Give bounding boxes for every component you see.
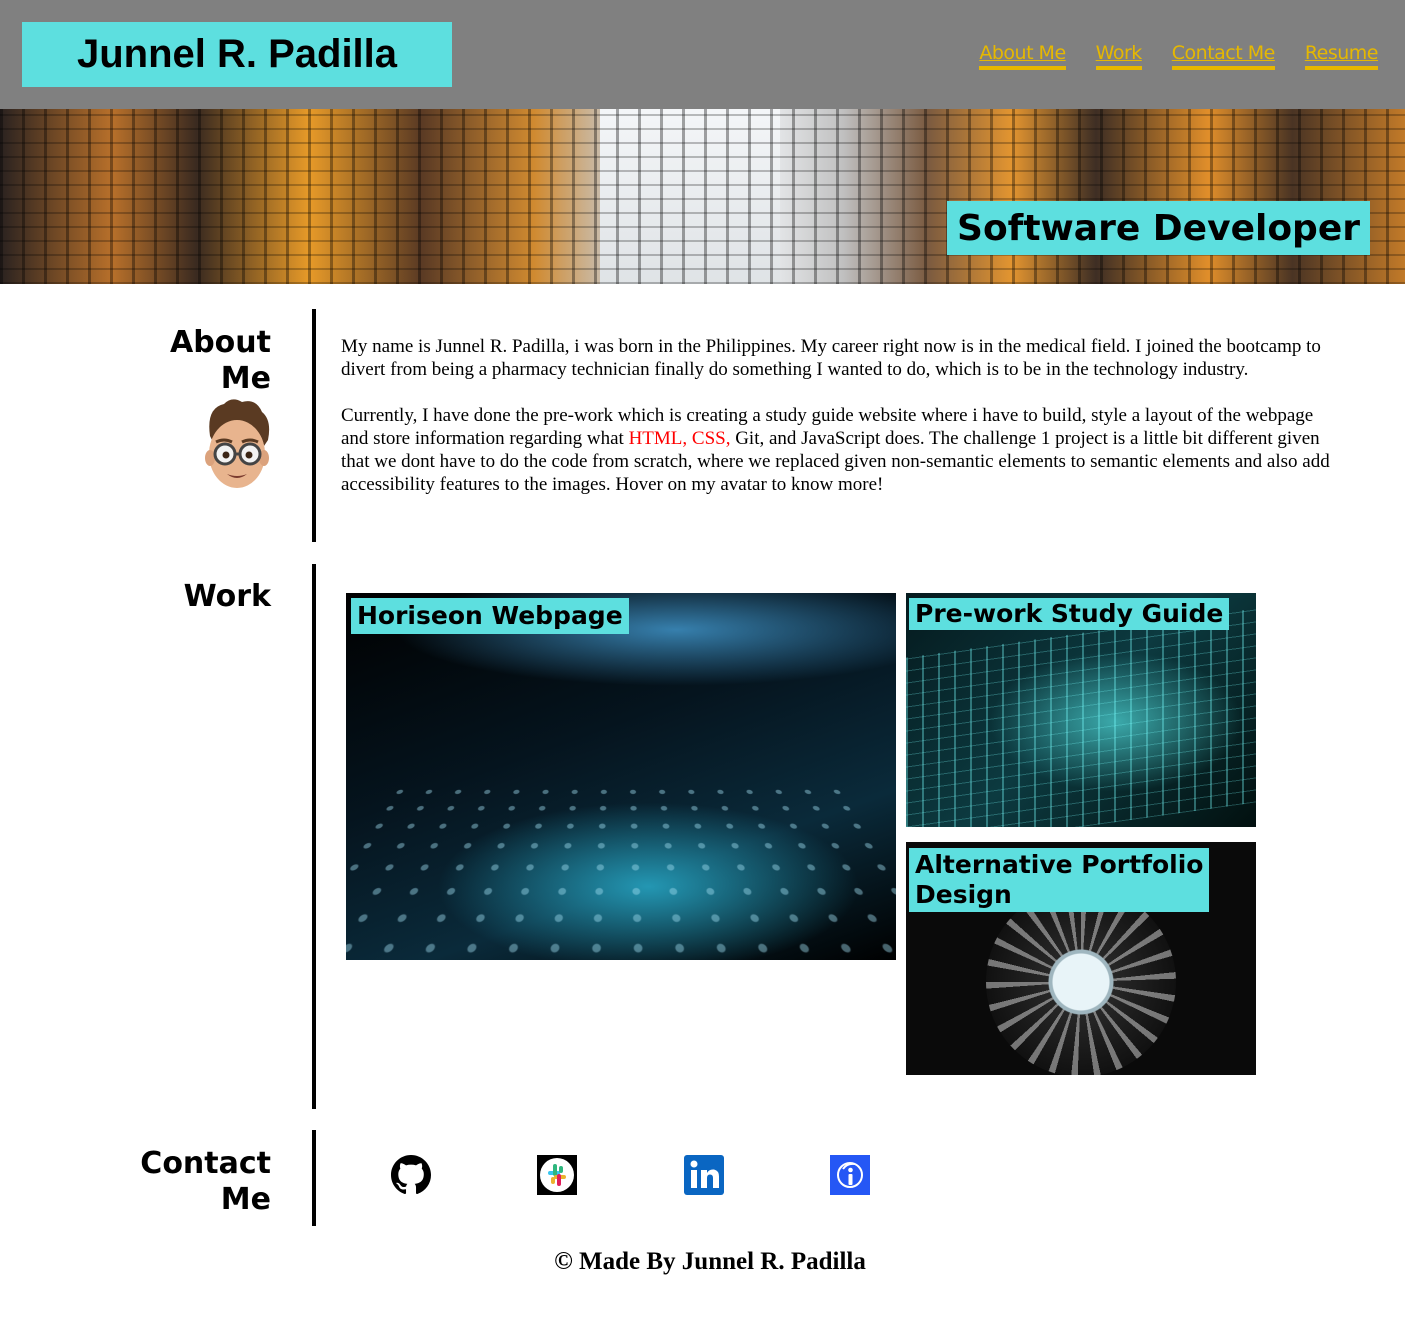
work-divider (312, 564, 316, 1109)
indeed-icon[interactable] (830, 1155, 870, 1195)
about-paragraph-1: My name is Junnel R. Padilla, i was born… (341, 336, 1321, 380)
about-divider (312, 309, 316, 542)
work-card-title-line1: Alternative Portfolio (915, 850, 1204, 879)
tunnel-image (986, 887, 1176, 1075)
contact-section-label: Contact Me (140, 1146, 271, 1218)
avatar[interactable] (202, 396, 272, 496)
avatar-memoji-icon (205, 399, 270, 488)
hero-title: Software Developer (947, 201, 1370, 255)
main-nav: About Me Work Contact Me Resume (979, 40, 1379, 70)
work-card-title: Horiseon Webpage (351, 598, 629, 634)
work-card-title: Alternative Portfolio Design (909, 848, 1210, 912)
hero-banner: Software Developer (0, 109, 1405, 284)
linkedin-icon[interactable] (684, 1155, 724, 1195)
site-header: Junnel R. Padilla About Me Work Contact … (0, 0, 1405, 109)
about-text: My name is Junnel R. Padilla, i was born… (341, 335, 1331, 496)
about-highlight-html-css: HTML, CSS, (628, 428, 731, 449)
nav-link-about-me[interactable]: About Me (979, 40, 1066, 70)
work-section-label: Work (183, 579, 271, 614)
contact-label-line2: Me (220, 1182, 271, 1217)
nav-link-resume[interactable]: Resume (1304, 40, 1379, 70)
github-icon-graphic (391, 1155, 431, 1195)
site-footer: © Made By Junnel R. Padilla (554, 1248, 866, 1275)
keyboard-image (346, 784, 896, 955)
work-card-prework[interactable]: Pre-work Study Guide (906, 593, 1256, 827)
work-card-alt-portfolio[interactable]: Alternative Portfolio Design (906, 842, 1256, 1075)
work-card-horiseon[interactable]: Horiseon Webpage (346, 593, 896, 960)
indeed-icon-graphic (830, 1155, 870, 1195)
contact-divider (312, 1130, 316, 1226)
about-label-line1: About (169, 325, 271, 360)
nav-link-contact-me[interactable]: Contact Me (1171, 40, 1275, 70)
slack-icon-graphic (537, 1155, 577, 1195)
github-icon[interactable] (391, 1155, 431, 1195)
about-section-label: About Me (170, 325, 271, 397)
nav-link-work[interactable]: Work (1095, 40, 1142, 70)
contact-label-line1: Contact (140, 1146, 271, 1181)
work-card-title-line2: Design (915, 880, 1012, 909)
work-card-title: Pre-work Study Guide (909, 598, 1230, 630)
circuit-board-image (906, 608, 1256, 827)
slack-icon[interactable] (537, 1155, 577, 1195)
linkedin-icon-graphic (684, 1155, 724, 1195)
hero-building-pattern (0, 109, 1405, 284)
site-title: Junnel R. Padilla (22, 22, 452, 87)
about-label-line2: Me (220, 361, 271, 396)
about-paragraph-2: Currently, I have done the pre-work whic… (341, 404, 1331, 496)
